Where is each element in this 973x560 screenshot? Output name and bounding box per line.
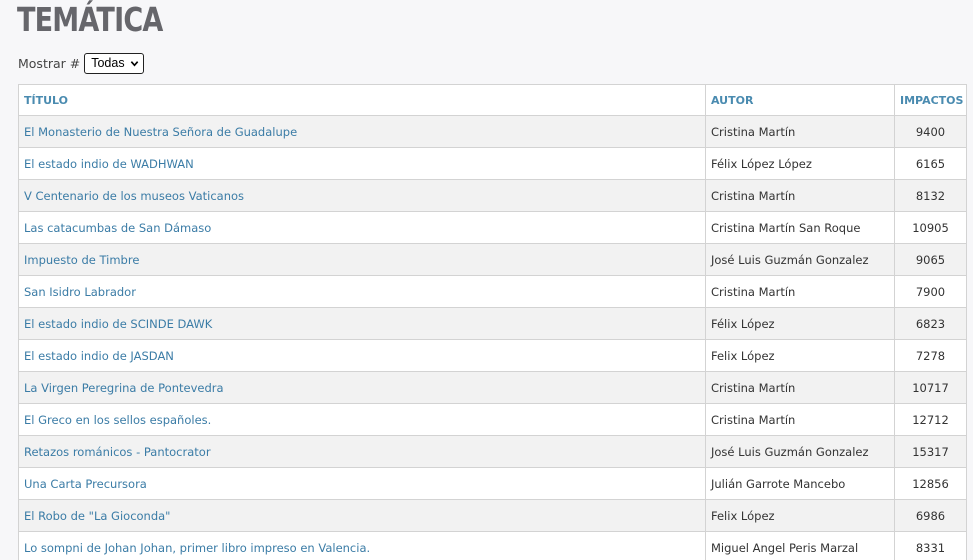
impacts-cell: 8331 bbox=[894, 531, 967, 560]
impacts-cell: 12856 bbox=[894, 467, 967, 500]
table-row: El Monasterio de Nuestra Señora de Guada… bbox=[18, 115, 967, 148]
title-cell: El estado indio de SCINDE DAWK bbox=[18, 307, 706, 340]
author-cell: Miguel Angel Peris Marzal bbox=[705, 531, 895, 560]
show-count-select[interactable]: Todas bbox=[84, 52, 144, 74]
author-cell: Félix López bbox=[705, 307, 895, 340]
impacts-cell: 9065 bbox=[894, 243, 967, 276]
article-title-link[interactable]: El Monasterio de Nuestra Señora de Guada… bbox=[24, 125, 297, 139]
impacts-cell: 9400 bbox=[894, 115, 967, 148]
article-title-link[interactable]: El estado indio de WADHWAN bbox=[24, 157, 194, 171]
title-cell: Retazos románicos - Pantocrator bbox=[18, 435, 706, 468]
impacts-cell: 7900 bbox=[894, 275, 967, 308]
author-cell: Julián Garrote Mancebo bbox=[705, 467, 895, 500]
impacts-cell: 15317 bbox=[894, 435, 967, 468]
column-header-impacts[interactable]: IMPACTOS bbox=[894, 84, 967, 116]
article-title-link[interactable]: Impuesto de Timbre bbox=[24, 253, 139, 267]
author-cell: Cristina Martín bbox=[705, 179, 895, 212]
article-title-link[interactable]: El Greco en los sellos españoles. bbox=[24, 413, 211, 427]
title-cell: Las catacumbas de San Dámaso bbox=[18, 211, 706, 244]
page: TEMÁTICA Mostrar # Todas TÍTULO AUTOR IM… bbox=[0, 0, 973, 560]
table-row: Retazos románicos - Pantocrator José Luis… bbox=[18, 435, 967, 468]
impacts-cell: 8132 bbox=[894, 179, 967, 212]
article-title-link[interactable]: Las catacumbas de San Dámaso bbox=[24, 221, 211, 235]
filter-row: Mostrar # Todas bbox=[18, 52, 144, 74]
title-cell: Lo sompni de Johan Johan, primer libro i… bbox=[18, 531, 706, 560]
impacts-cell: 10717 bbox=[894, 371, 967, 404]
title-cell: El Greco en los sellos españoles. bbox=[18, 403, 706, 436]
article-title-link[interactable]: Lo sompni de Johan Johan, primer libro i… bbox=[24, 541, 370, 555]
title-cell: Impuesto de Timbre bbox=[18, 243, 706, 276]
page-title: TEMÁTICA bbox=[17, 0, 163, 39]
title-cell: El estado indio de JASDAN bbox=[18, 339, 706, 372]
table-row: El Robo de "La Gioconda" Felix López 6986 bbox=[18, 499, 967, 532]
impacts-cell: 6986 bbox=[894, 499, 967, 532]
title-cell: El estado indio de WADHWAN bbox=[18, 147, 706, 180]
title-cell: La Virgen Peregrina de Pontevedra bbox=[18, 371, 706, 404]
article-title-link[interactable]: V Centenario de los museos Vaticanos bbox=[24, 189, 244, 203]
article-title-link[interactable]: Una Carta Precursora bbox=[24, 477, 147, 491]
table-row: Las catacumbas de San Dámaso Cristina Mar… bbox=[18, 211, 967, 244]
article-title-link[interactable]: San Isidro Labrador bbox=[24, 285, 136, 299]
table-row: Una Carta Precursora Julián Garrote Mance… bbox=[18, 467, 967, 500]
table-row: El estado indio de SCINDE DAWK Félix Lópe… bbox=[18, 307, 967, 340]
author-cell: José Luis Guzmán Gonzalez bbox=[705, 243, 895, 276]
title-cell: V Centenario de los museos Vaticanos bbox=[18, 179, 706, 212]
author-cell: José Luis Guzmán Gonzalez bbox=[705, 435, 895, 468]
article-title-link[interactable]: La Virgen Peregrina de Pontevedra bbox=[24, 381, 224, 395]
table-body: El Monasterio de Nuestra Señora de Guada… bbox=[18, 115, 967, 560]
impacts-cell: 12712 bbox=[894, 403, 967, 436]
impacts-cell: 6823 bbox=[894, 307, 967, 340]
article-title-link[interactable]: Retazos románicos - Pantocrator bbox=[24, 445, 211, 459]
table-row: Impuesto de Timbre José Luis Guzmán Gonza… bbox=[18, 243, 967, 276]
table-row: El estado indio de JASDAN Felix López 7278 bbox=[18, 339, 967, 372]
title-cell: San Isidro Labrador bbox=[18, 275, 706, 308]
author-cell: Félix López López bbox=[705, 147, 895, 180]
author-cell: Cristina Martín bbox=[705, 403, 895, 436]
author-cell: Felix López bbox=[705, 499, 895, 532]
article-title-link[interactable]: El estado indio de SCINDE DAWK bbox=[24, 317, 212, 331]
table-row: V Centenario de los museos Vaticanos Cris… bbox=[18, 179, 967, 212]
table-row: El Greco en los sellos españoles. Cristin… bbox=[18, 403, 967, 436]
table-header-row: TÍTULO AUTOR IMPACTOS bbox=[18, 84, 967, 116]
title-cell: El Monasterio de Nuestra Señora de Guada… bbox=[18, 115, 706, 148]
author-cell: Cristina Martín bbox=[705, 115, 895, 148]
author-cell: Cristina Martín bbox=[705, 275, 895, 308]
column-header-author[interactable]: AUTOR bbox=[705, 84, 895, 116]
impacts-cell: 7278 bbox=[894, 339, 967, 372]
article-title-link[interactable]: El Robo de "La Gioconda" bbox=[24, 509, 170, 523]
chevron-down-icon bbox=[130, 60, 138, 67]
author-cell: Cristina Martín bbox=[705, 371, 895, 404]
impacts-cell: 6165 bbox=[894, 147, 967, 180]
select-value: Todas bbox=[91, 56, 125, 70]
column-header-title[interactable]: TÍTULO bbox=[18, 84, 706, 116]
table-row: El estado indio de WADHWAN Félix López Ló… bbox=[18, 147, 967, 180]
author-cell: Cristina Martín San Roque bbox=[705, 211, 895, 244]
filter-label: Mostrar # bbox=[18, 55, 81, 71]
table-row: La Virgen Peregrina de Pontevedra Cristin… bbox=[18, 371, 967, 404]
impacts-cell: 10905 bbox=[894, 211, 967, 244]
article-title-link[interactable]: El estado indio de JASDAN bbox=[24, 349, 174, 363]
title-cell: El Robo de "La Gioconda" bbox=[18, 499, 706, 532]
table-row: San Isidro Labrador Cristina Martín 7900 bbox=[18, 275, 967, 308]
title-cell: Una Carta Precursora bbox=[18, 467, 706, 500]
articles-table: TÍTULO AUTOR IMPACTOS El Monasterio de N… bbox=[18, 84, 967, 560]
author-cell: Felix López bbox=[705, 339, 895, 372]
table-row: Lo sompni de Johan Johan, primer libro i… bbox=[18, 531, 967, 560]
